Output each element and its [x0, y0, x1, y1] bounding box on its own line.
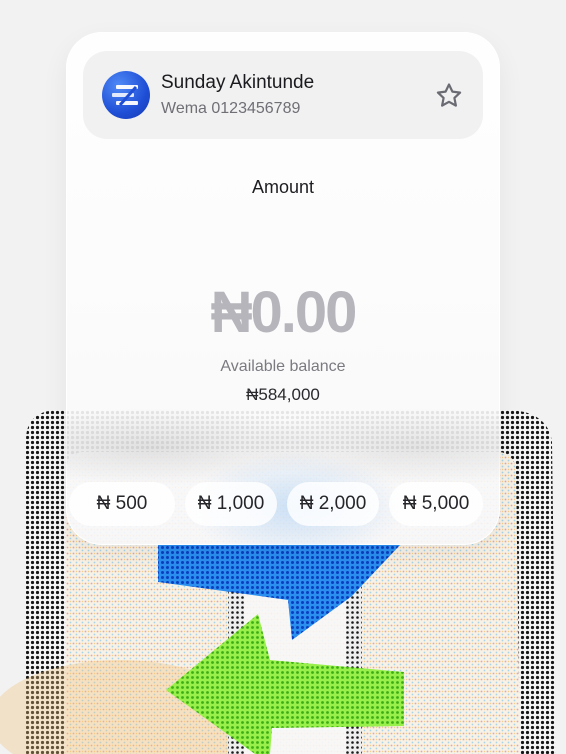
recipient-account: Wema 0123456789: [161, 100, 301, 117]
quick-amount-chips: ₦ 500 ₦ 1,000 ₦ 2,000 ₦ 5,000: [66, 482, 500, 526]
available-balance-label: Available balance: [220, 358, 346, 375]
quick-amount-500[interactable]: ₦ 500: [69, 482, 175, 526]
transfer-card: Sunday Akintunde Wema 0123456789 Amount …: [66, 32, 500, 545]
bank-logo-avatar: [102, 71, 150, 119]
recipient-card[interactable]: Sunday Akintunde Wema 0123456789: [83, 51, 483, 139]
amount-input[interactable]: ₦0.00: [66, 279, 500, 346]
quick-amount-5000[interactable]: ₦ 5,000: [389, 482, 483, 526]
quick-amount-1000[interactable]: ₦ 1,000: [185, 482, 277, 526]
available-balance-value: ₦584,000: [246, 385, 320, 404]
recipient-name: Sunday Akintunde: [161, 72, 315, 93]
amount-label: Amount: [251, 177, 315, 197]
star-icon[interactable]: [434, 81, 464, 111]
quick-amount-2000[interactable]: ₦ 2,000: [287, 482, 379, 526]
